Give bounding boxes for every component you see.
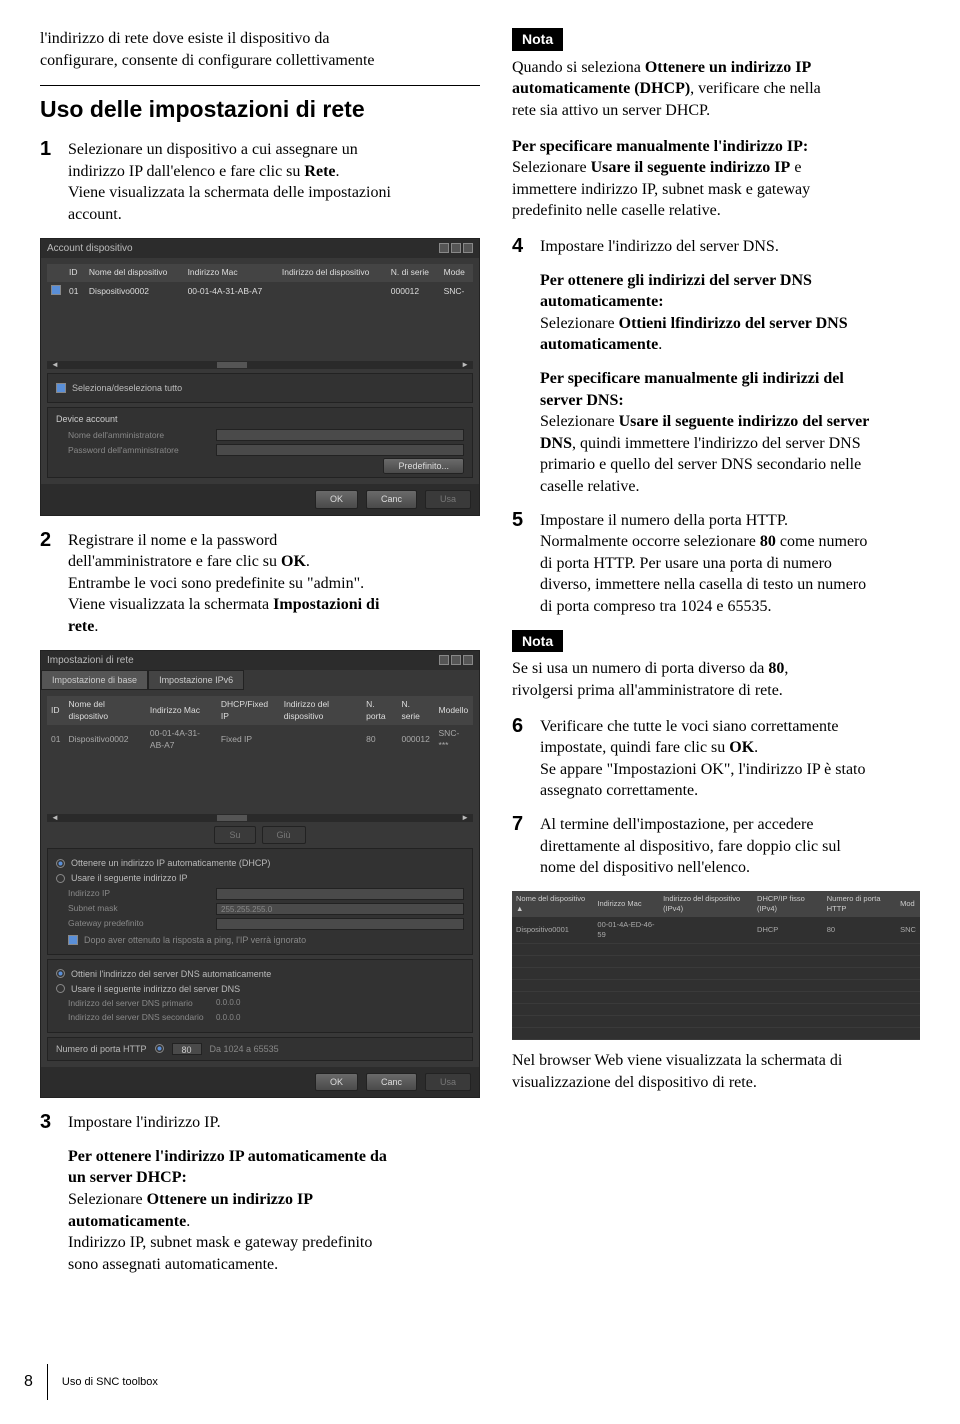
step-number-3: 3 (40, 1112, 58, 1277)
cancel-button[interactable]: Canc (366, 490, 417, 508)
screenshot-network-settings: Impostazioni di rete Impostazione di bas… (40, 650, 480, 1099)
window-title: Account dispositivo (47, 242, 133, 256)
down-button[interactable]: Giù (262, 826, 306, 844)
network-table[interactable]: IDNome del dispositivoIndirizzo MacDHCP/… (47, 696, 473, 754)
step-number-7: 7 (512, 814, 530, 881)
section-title: Uso delle impostazioni di rete (40, 94, 480, 125)
section-divider (40, 85, 480, 86)
tab-basic[interactable]: Impostazione di base (41, 670, 148, 690)
screenshot-account-device: Account dispositivo ID Nome del disposit… (40, 238, 480, 516)
screenshot-device-list: Nome del dispositivo ▲ Indirizzo Mac Ind… (512, 891, 920, 1041)
row-checkbox[interactable] (51, 285, 61, 295)
step-number-6: 6 (512, 716, 530, 804)
step6-body: Verificare che tutte le voci siano corre… (540, 716, 920, 804)
table-row[interactable]: Dispositivo000100-01-4A-ED-46-59DHCP80SN… (512, 917, 920, 944)
dns2-label: Indirizzo del server DNS secondario (68, 1012, 208, 1023)
admin-name-label: Nome dell'amministratore (68, 430, 208, 441)
tab-ipv6[interactable]: Impostazione IPv6 (148, 670, 244, 690)
select-all-checkbox[interactable]: Seleziona/deseleziona tutto (56, 382, 464, 394)
closing-text: Nel browser Web viene visualizzata la sc… (512, 1050, 920, 1093)
admin-name-input[interactable] (216, 429, 464, 441)
table-row[interactable]: 01Dispositivo000200-01-4A-31-AB-A7Fixed … (47, 725, 473, 754)
note2-text: Se si usa un numero di porta diverso da … (512, 658, 920, 701)
window-controls[interactable] (439, 655, 473, 665)
dns1-value: 0.0.0.0 (216, 998, 240, 1009)
http-port-input[interactable]: 80 (172, 1043, 202, 1055)
mask-input[interactable]: 255.255.255.0 (216, 903, 464, 915)
http-port-label: Numero di porta HTTP (56, 1043, 147, 1055)
step3-body: Impostare l'indirizzo IP. Per ottenere l… (68, 1112, 480, 1277)
sort-icon[interactable]: ▲ (516, 904, 523, 913)
ping-checkbox[interactable]: Dopo aver ottenuto la risposta a ping, l… (68, 934, 464, 946)
radio-fixed-ip[interactable]: Usare il seguente indirizzo IP (56, 872, 464, 884)
note1-text: Quando si seleziona Ottenere un indirizz… (512, 57, 920, 122)
page-number: 8 (24, 1371, 33, 1393)
admin-pass-label: Password dell'amministratore (68, 445, 208, 456)
footer-text: Uso di SNC toolbox (62, 1375, 158, 1390)
radio-dhcp[interactable]: Ottenere un indirizzo IP automaticamente… (56, 857, 464, 869)
step-number-5: 5 (512, 510, 530, 620)
ip-input[interactable] (216, 888, 464, 900)
up-button[interactable]: Su (214, 826, 255, 844)
gateway-input[interactable] (216, 918, 464, 930)
step2-body: Registrare il nome e la password dell'am… (68, 530, 480, 640)
dns2-value: 0.0.0.0 (216, 1013, 240, 1024)
table-row[interactable]: 01 Dispositivo0002 00-01-4A-31-AB-A7 000… (47, 282, 473, 301)
manual-ip-text: Per specificare manualmente l'indirizzo … (512, 136, 920, 222)
scrollbar[interactable]: ◄► (47, 361, 473, 369)
step7-body: Al termine dell'impostazione, per accede… (540, 814, 920, 881)
device-account-label: Device account (56, 413, 464, 425)
step-number-4: 4 (512, 236, 530, 500)
device-table[interactable]: ID Nome del dispositivo Indirizzo Mac In… (47, 264, 473, 301)
device-list-table[interactable]: Nome del dispositivo ▲ Indirizzo Mac Ind… (512, 891, 920, 1041)
dns1-label: Indirizzo del server DNS primario (68, 998, 208, 1009)
radio-dns-auto[interactable]: Ottieni l'indirizzo del server DNS autom… (56, 968, 464, 980)
ok-button[interactable]: OK (315, 490, 358, 508)
page-footer: 8 Uso di SNC toolbox (24, 1364, 158, 1400)
step4-body: Impostare l'indirizzo del server DNS. Pe… (540, 236, 920, 500)
scrollbar[interactable]: ◄► (47, 814, 473, 822)
step1-body: Selezionare un dispositivo a cui assegna… (68, 139, 480, 227)
admin-pass-input[interactable] (216, 444, 464, 456)
use-button[interactable]: Usa (425, 1073, 471, 1091)
step5-body: Impostare il numero della porta HTTP. No… (540, 510, 920, 620)
step-number-1: 1 (40, 139, 58, 227)
http-port-radio[interactable] (155, 1044, 164, 1053)
http-port-range: Da 1024 a 65535 (210, 1043, 279, 1055)
intro-text: l'indirizzo di rete dove esiste il dispo… (40, 28, 480, 71)
note-badge: Nota (512, 630, 563, 653)
window-controls[interactable] (439, 243, 473, 253)
gateway-label: Gateway predefinito (68, 918, 208, 929)
default-button[interactable]: Predefinito... (383, 458, 464, 474)
ok-button[interactable]: OK (315, 1073, 358, 1091)
mask-label: Subnet mask (68, 903, 208, 914)
use-button[interactable]: Usa (425, 490, 471, 508)
window-title: Impostazioni di rete (47, 654, 134, 668)
step-number-2: 2 (40, 530, 58, 640)
cancel-button[interactable]: Canc (366, 1073, 417, 1091)
note-badge: Nota (512, 28, 563, 51)
radio-dns-manual[interactable]: Usare il seguente indirizzo del server D… (56, 983, 464, 995)
ip-label: Indirizzo IP (68, 888, 208, 899)
